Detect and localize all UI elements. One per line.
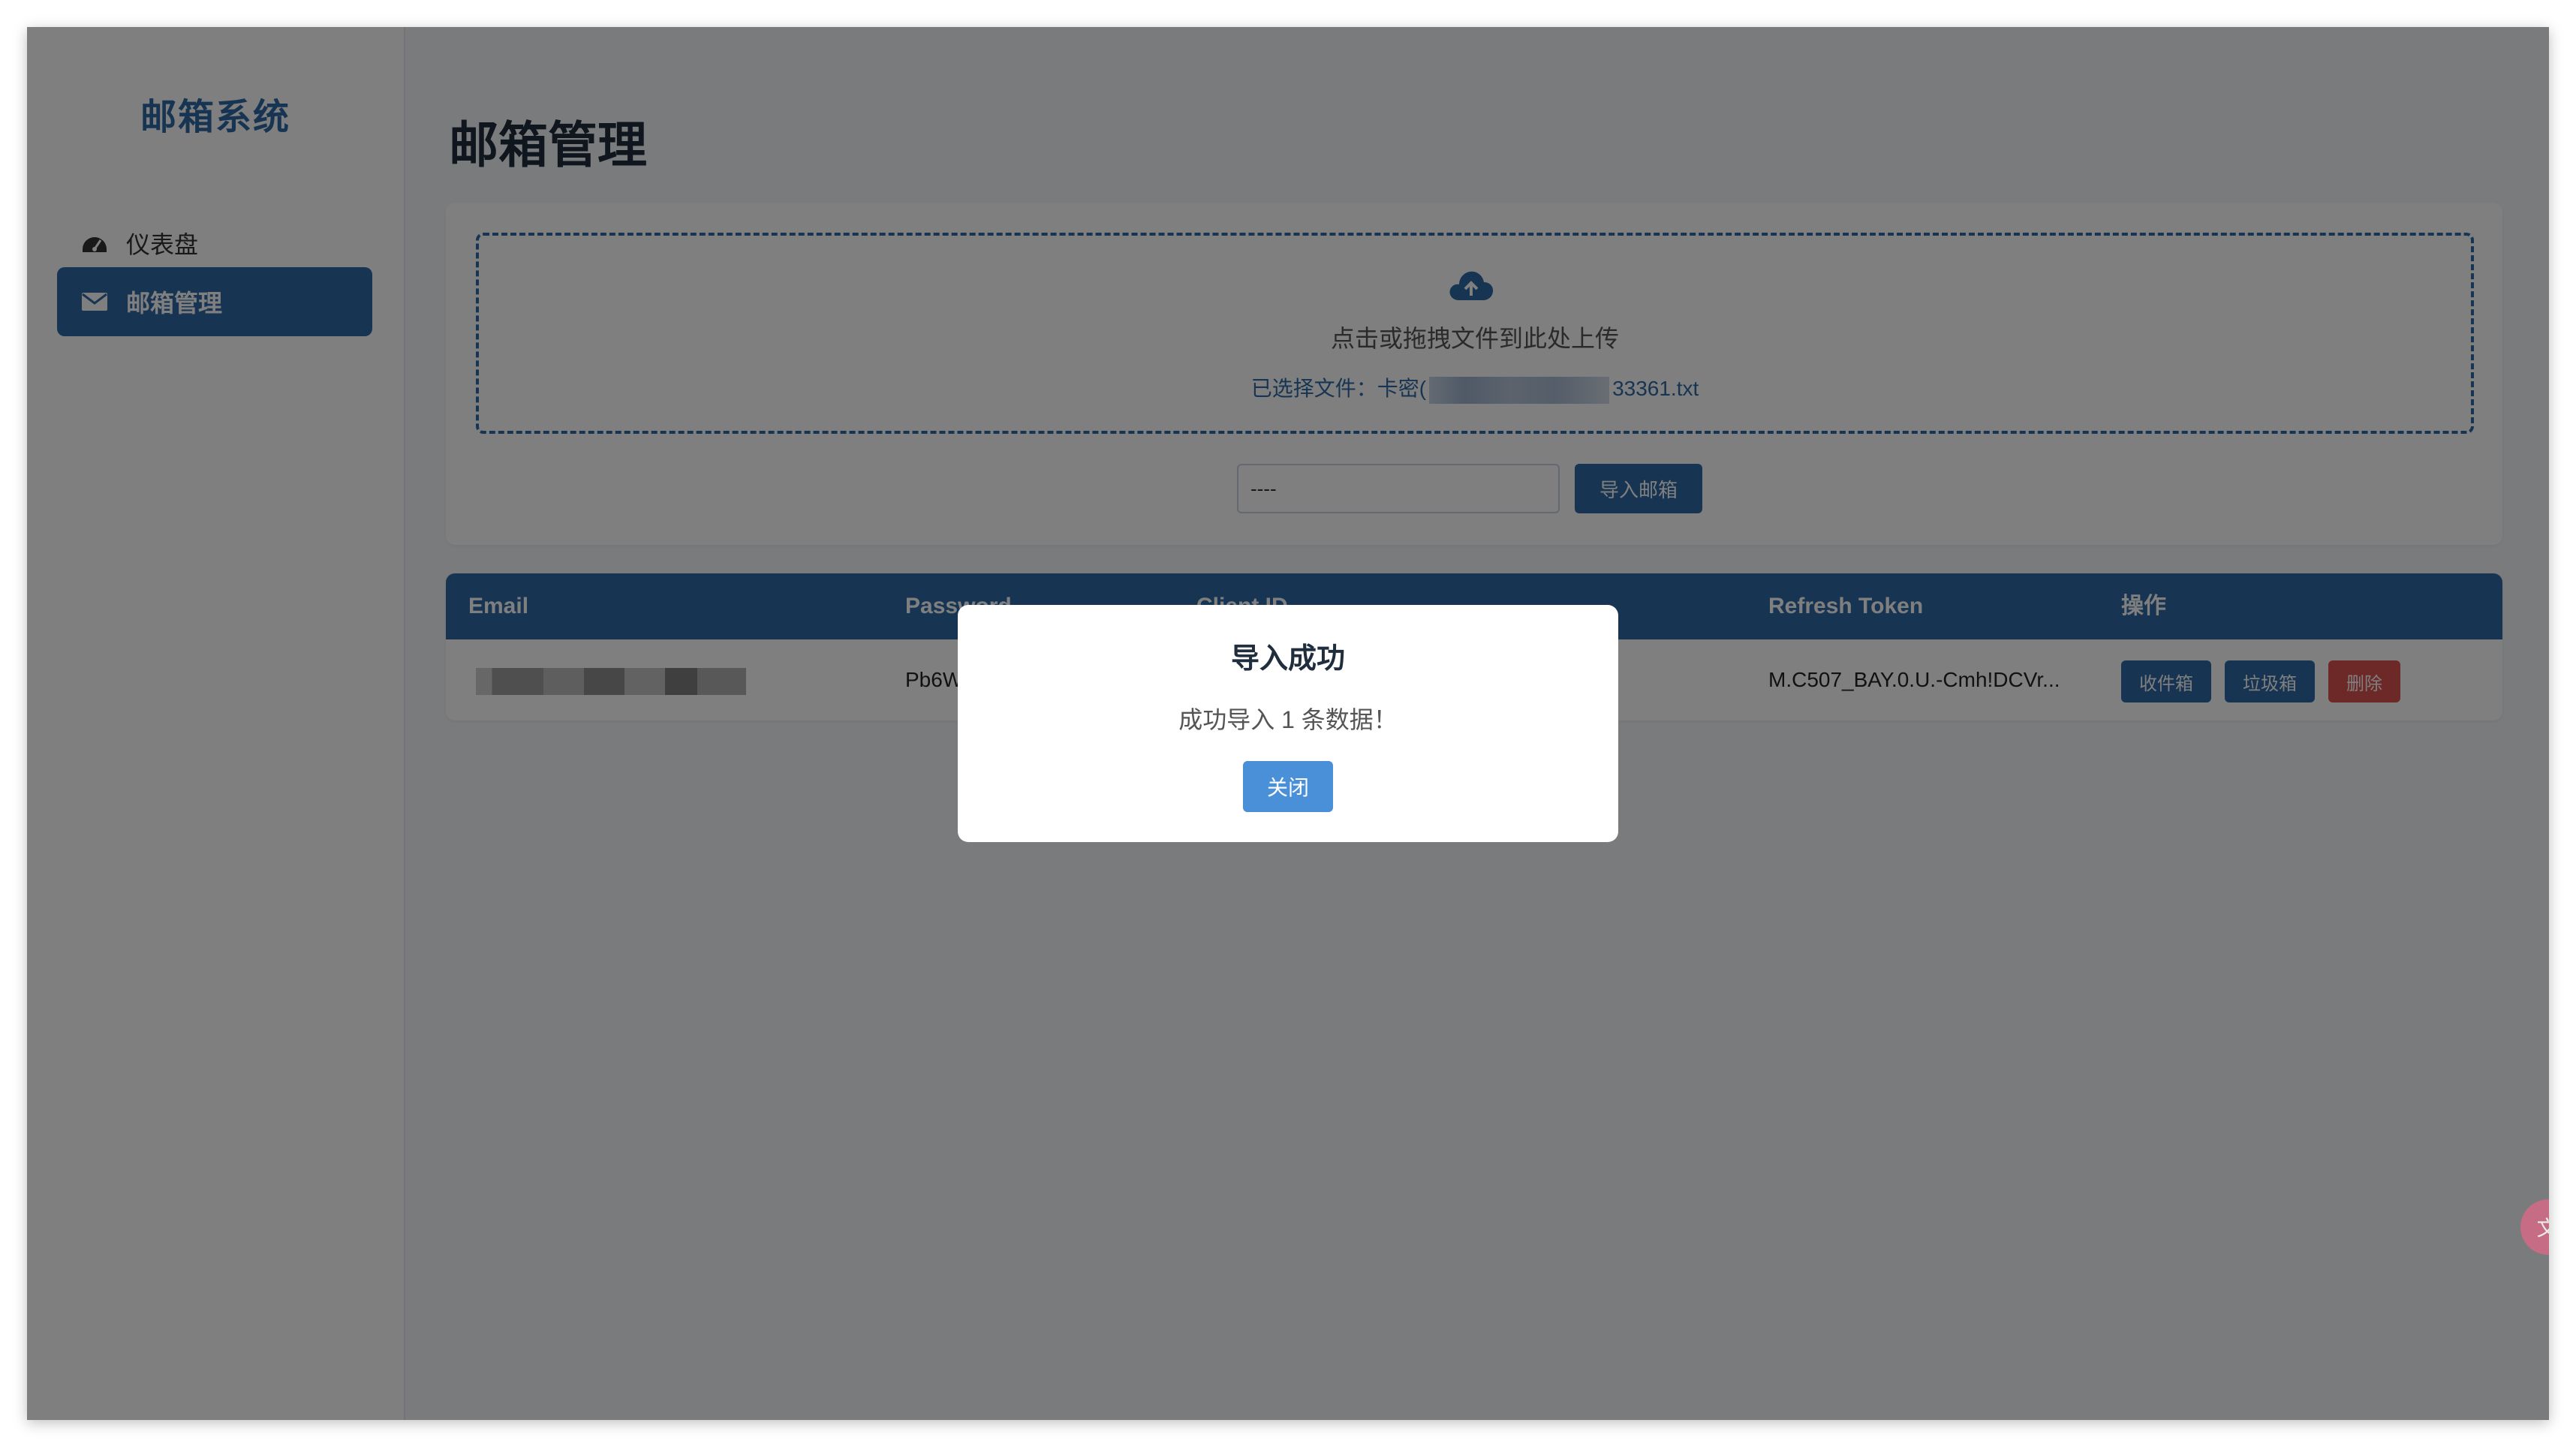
dialog-message: 成功导入 1 条数据！: [1178, 706, 1398, 733]
success-dialog: 导入成功 成功导入 1 条数据！ 关闭: [958, 605, 1618, 842]
close-button[interactable]: 关闭: [1243, 761, 1333, 812]
app-window: 邮箱系统 仪表盘 邮箱管理 邮箱管理: [27, 27, 2549, 1420]
dialog-title: 导入成功: [1230, 643, 1345, 675]
